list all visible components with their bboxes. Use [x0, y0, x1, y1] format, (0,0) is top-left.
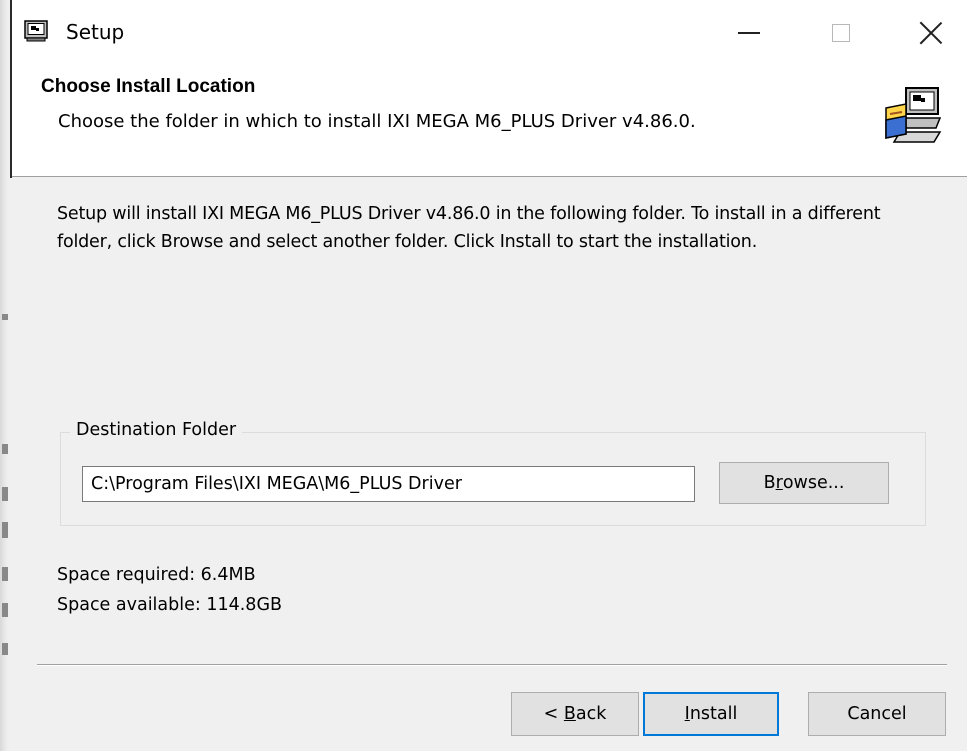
page-title: Choose Install Location [41, 76, 256, 97]
minimize-button[interactable] [722, 0, 776, 66]
background-mark [2, 603, 8, 617]
close-button[interactable] [904, 0, 958, 66]
page-subtitle: Choose the folder in which to install IX… [58, 111, 696, 132]
background-mark [2, 314, 8, 320]
back-label-suffix: ack [575, 704, 607, 724]
back-button[interactable]: < Back [511, 692, 639, 736]
window-title: Setup [66, 20, 125, 44]
background-mark [2, 643, 8, 655]
background-mark [2, 487, 8, 501]
space-required-text: Space required: 6.4MB [57, 565, 256, 585]
browse-button[interactable]: Br owse... [719, 462, 889, 504]
maximize-icon [832, 24, 850, 42]
background-mark [2, 444, 8, 454]
background-edge [0, 0, 10, 751]
background-mark [2, 567, 8, 581]
instructions-text: Setup will install IXI MEGA M6_PLUS Driv… [57, 204, 881, 252]
close-icon [919, 21, 943, 45]
installer-computer-icon[interactable] [24, 20, 48, 42]
page-header: Choose Install Location Choose the folde… [12, 66, 967, 177]
destination-folder-label: Destination Folder [70, 420, 243, 440]
setup-window: Setup Choose Install Location Choose the… [0, 0, 967, 751]
footer-separator [37, 664, 947, 666]
minimize-icon [738, 32, 760, 34]
install-button[interactable]: Install [643, 692, 779, 736]
install-label-suffix: nstall [689, 704, 738, 724]
back-accelerator: B [563, 704, 576, 724]
destination-path-input[interactable] [82, 466, 695, 502]
browse-accelerator: r [775, 473, 783, 493]
space-available-text: Space available: 114.8GB [57, 595, 283, 615]
cancel-label: Cancel [847, 704, 907, 724]
title-bar[interactable]: Setup [12, 0, 967, 66]
browse-label-prefix: B [763, 473, 776, 493]
installer-computer-icon [885, 87, 942, 143]
background-mark [2, 522, 8, 538]
cancel-button[interactable]: Cancel [808, 692, 946, 736]
maximize-button[interactable] [814, 0, 868, 66]
back-label-prefix: < [543, 704, 564, 724]
browse-label-suffix: owse... [782, 473, 845, 493]
